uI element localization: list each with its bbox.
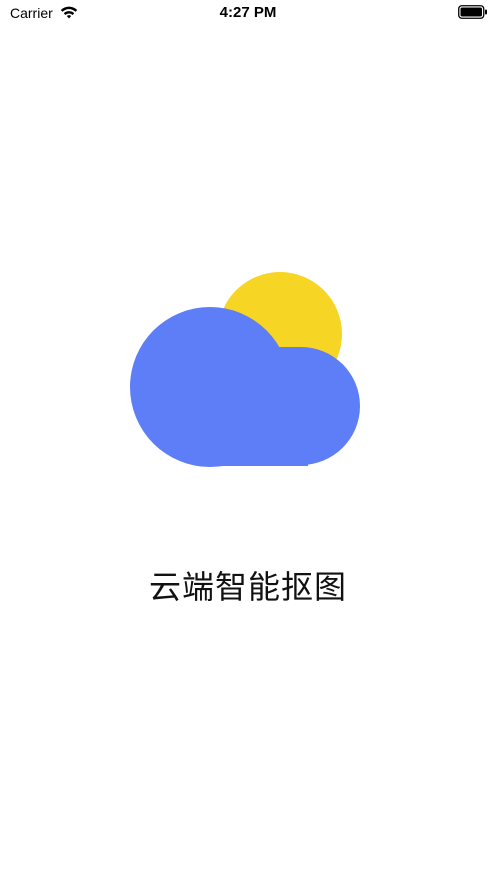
splash-screen: Carrier 4:27 PM 云端智能抠图	[0, 0, 496, 882]
cloud-sun-icon	[130, 272, 360, 467]
status-time: 4:27 PM	[219, 4, 277, 21]
battery-icon	[458, 5, 487, 19]
status-bar: Carrier 4:27 PM	[0, 0, 496, 28]
app-name: 云端智能抠图	[148, 568, 347, 606]
